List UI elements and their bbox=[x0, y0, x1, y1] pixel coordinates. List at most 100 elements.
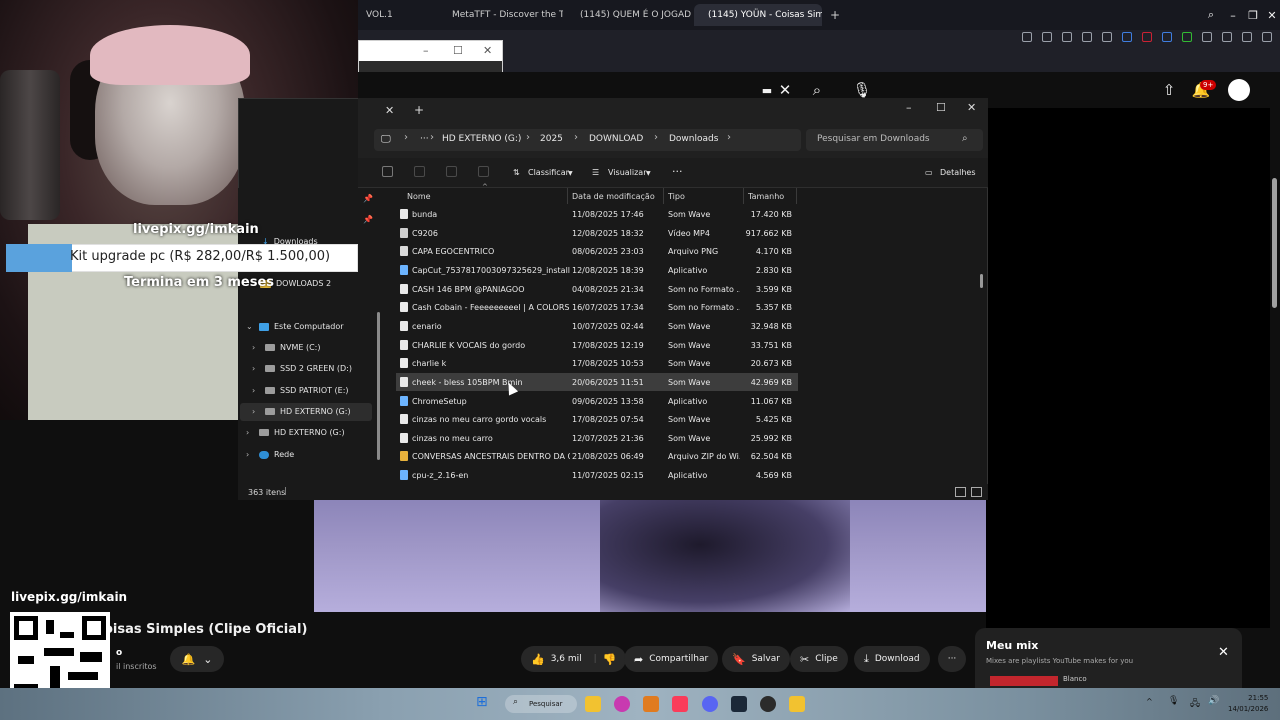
breadcrumb-downloads[interactable]: Downloads bbox=[669, 134, 718, 144]
download-icon[interactable] bbox=[1242, 32, 1252, 42]
download-button[interactable]: ⤓ Download bbox=[854, 646, 930, 672]
extension-icon[interactable] bbox=[1202, 32, 1212, 42]
column-divider[interactable] bbox=[796, 188, 797, 204]
table-row[interactable]: CHARLIE K VOCAIS do gordo 17/08/2025 12:1… bbox=[396, 336, 798, 354]
close-tab-icon[interactable]: ✕ bbox=[385, 104, 394, 117]
volume-tray-icon[interactable]: 🔊 bbox=[1208, 696, 1219, 706]
app-icon[interactable] bbox=[643, 696, 659, 712]
close-icon[interactable]: ✕ bbox=[967, 101, 976, 114]
network-tray-icon[interactable]: 🖧 bbox=[1190, 696, 1200, 712]
file-explorer-icon[interactable] bbox=[585, 696, 601, 712]
table-row[interactable]: cpu-z_2.16-en 11/07/2025 02:15 Aplicativo 4… bbox=[396, 466, 798, 484]
heart-icon[interactable] bbox=[1102, 32, 1112, 42]
table-row[interactable]: cenario 10/07/2025 02:44 Som Wave 32.948 KB bbox=[396, 317, 798, 335]
more-actions-button[interactable]: ··· bbox=[938, 646, 966, 672]
extension-icon[interactable] bbox=[1262, 32, 1272, 42]
like-button[interactable]: 👍 3,6 mil | 👎 bbox=[521, 646, 627, 672]
extension-icon[interactable] bbox=[1162, 32, 1172, 42]
details-button[interactable]: Detalhes bbox=[940, 168, 976, 177]
thumbs-down-icon[interactable]: 👎 bbox=[603, 653, 617, 666]
computer-icon[interactable]: 🖵 bbox=[381, 134, 391, 145]
breadcrumb-download[interactable]: DOWNLOAD bbox=[589, 134, 643, 144]
table-row[interactable]: ChromeSetup 09/06/2025 13:58 Aplicativo 11.… bbox=[396, 392, 798, 410]
nav-drive-e[interactable]: › SSD PATRIOT (E:) bbox=[252, 386, 349, 395]
tab-vol1[interactable]: VOL.1 bbox=[358, 4, 438, 26]
column-divider[interactable] bbox=[663, 188, 664, 204]
column-date[interactable]: Data de modificação bbox=[572, 192, 655, 201]
restore-icon[interactable]: ☐ bbox=[453, 44, 463, 57]
table-row[interactable]: bunda 11/08/2025 17:46 Som Wave 17.420 KB bbox=[396, 205, 798, 223]
tab-youtube-1[interactable]: (1145) QUEM É O JOGADO bbox=[566, 4, 691, 26]
nav-network[interactable]: › Rede bbox=[246, 450, 294, 459]
nav-drive-c[interactable]: › NVME (C:) bbox=[252, 343, 320, 352]
channel-name[interactable]: o bbox=[116, 648, 122, 658]
maximize-icon[interactable]: ☐ bbox=[936, 101, 946, 114]
subscription-bell-button[interactable]: 🔔 ⌄ bbox=[170, 646, 224, 672]
share-button[interactable]: ➦ Compartilhar bbox=[624, 646, 719, 672]
table-row[interactable]: charlie k 17/08/2025 10:53 Som Wave 20.673 … bbox=[396, 354, 798, 372]
mix-thumbnail[interactable] bbox=[990, 676, 1058, 686]
extension-icon[interactable] bbox=[1142, 32, 1152, 42]
more-options-button[interactable]: ··· bbox=[672, 165, 683, 178]
table-row[interactable]: Cash Cobain - Feeeeeeeeel | A COLORS... 1… bbox=[396, 298, 798, 316]
column-divider[interactable] bbox=[743, 188, 744, 204]
breadcrumb-2025[interactable]: 2025 bbox=[540, 134, 563, 144]
rename-icon[interactable] bbox=[414, 166, 425, 177]
nav-drive-g-root[interactable]: › HD EXTERNO (G:) bbox=[246, 428, 345, 437]
scrollbar-thumb[interactable] bbox=[1272, 178, 1277, 308]
page-scrollbar[interactable] bbox=[1270, 108, 1280, 688]
app-icon[interactable] bbox=[614, 696, 630, 712]
close-icon[interactable]: ✕ bbox=[1218, 645, 1229, 660]
nav-scrollbar[interactable] bbox=[377, 312, 380, 460]
view-button[interactable]: Visualizar bbox=[608, 168, 647, 177]
extension-icon[interactable] bbox=[1062, 32, 1072, 42]
new-tab-icon[interactable]: + bbox=[414, 103, 424, 117]
column-divider[interactable] bbox=[567, 188, 568, 204]
mix-item-title[interactable]: Blanco bbox=[1063, 675, 1087, 683]
breadcrumb[interactable] bbox=[374, 129, 801, 151]
breadcrumb-drive[interactable]: HD EXTERNO (G:) bbox=[442, 134, 521, 144]
avatar[interactable] bbox=[1228, 79, 1250, 101]
tab-metatft[interactable]: MetaTFT - Discover the TFT bbox=[438, 4, 563, 26]
music-icon[interactable] bbox=[672, 696, 688, 712]
extension-icon[interactable] bbox=[1082, 32, 1092, 42]
close-icon[interactable]: ✕ bbox=[483, 44, 492, 57]
extension-icon[interactable] bbox=[1122, 32, 1132, 42]
breadcrumb-overflow[interactable]: ··· bbox=[420, 134, 429, 144]
table-row[interactable]: cinzas no meu carro gordo vocals 17/08/20… bbox=[396, 410, 798, 428]
column-type[interactable]: Tipo bbox=[668, 192, 685, 201]
extension-icon[interactable] bbox=[1182, 32, 1192, 42]
paste-icon[interactable] bbox=[382, 166, 393, 177]
mic-tray-icon[interactable]: 🎙 bbox=[1168, 696, 1179, 706]
table-row[interactable]: CAPA EGOCENTRICO 08/06/2025 23:03 Arquivo … bbox=[396, 242, 798, 260]
table-row[interactable]: CONVERSAS ANCESTRAIS DENTRO DA C... 21/08… bbox=[396, 447, 798, 465]
table-row[interactable]: cinzas no meu carro 12/07/2025 21:36 Som W… bbox=[396, 429, 798, 447]
tab-youtube-active[interactable]: (1145) YOÜN - Coisas Sim bbox=[694, 4, 822, 26]
list-scrollbar[interactable] bbox=[980, 274, 983, 288]
tray-chevron-icon[interactable]: ^ bbox=[1146, 697, 1153, 706]
details-view-icon[interactable] bbox=[955, 487, 966, 497]
search-icon[interactable]: ⌕ bbox=[1200, 4, 1222, 26]
delete-icon[interactable] bbox=[478, 166, 489, 177]
clock[interactable]: 21:55 14/01/2026 bbox=[1228, 693, 1268, 715]
nav-drive-g[interactable]: › HD EXTERNO (G:) bbox=[252, 407, 351, 416]
save-button[interactable]: 🔖 Salvar bbox=[722, 646, 790, 672]
nav-this-pc[interactable]: ⌄ Este Computador bbox=[246, 322, 344, 331]
column-name[interactable]: Nome bbox=[407, 192, 431, 201]
table-row[interactable]: CASH 146 BPM @PANIAGOO 04/08/2025 21:34 So… bbox=[396, 280, 798, 298]
column-size[interactable]: Tamanho bbox=[748, 192, 784, 201]
table-row[interactable]: cheek - bless 105BPM Bmin 20/06/2025 11:5… bbox=[396, 372, 798, 391]
table-row[interactable]: CapCut_7537817003097325629_installer 12/0… bbox=[396, 261, 798, 279]
tiles-view-icon[interactable] bbox=[971, 487, 982, 497]
discord-icon[interactable] bbox=[702, 696, 718, 712]
extension-icon[interactable] bbox=[1222, 32, 1232, 42]
steam-icon[interactable] bbox=[731, 696, 747, 712]
new-tab-button[interactable]: + bbox=[822, 4, 842, 26]
table-row[interactable]: C9206 12/08/2025 18:32 Vídeo MP4 917.662 KB bbox=[396, 224, 798, 242]
minimize-icon[interactable]: – bbox=[906, 101, 912, 114]
minimize-icon[interactable]: – bbox=[1222, 4, 1244, 26]
clip-button[interactable]: ✂ Clipe bbox=[790, 646, 848, 672]
minimize-icon[interactable]: – bbox=[423, 44, 429, 57]
extension-icon[interactable] bbox=[1042, 32, 1052, 42]
windows-start-icon[interactable]: ⊞ bbox=[476, 694, 488, 710]
